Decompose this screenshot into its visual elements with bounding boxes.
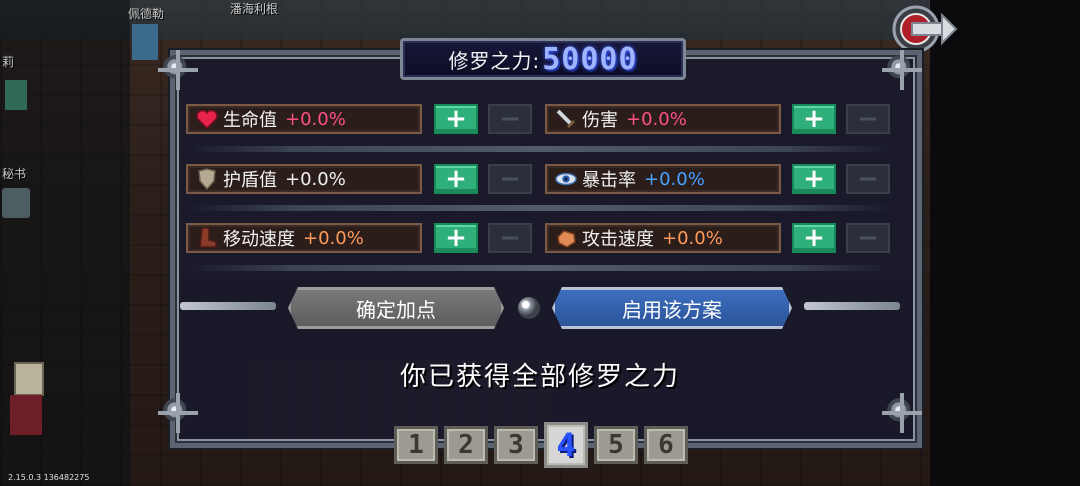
stat-crit: 暴击率 +0.0% (545, 164, 781, 194)
panel-corner-ornament (162, 50, 194, 90)
row-divider (190, 146, 890, 152)
heart-icon (196, 108, 218, 130)
panel-corner-ornament (886, 50, 918, 90)
confirm-points-button[interactable]: 确定加点 (288, 287, 504, 329)
preset-tab-5[interactable]: 5 (594, 426, 638, 464)
damage-plus-button[interactable]: + (792, 104, 836, 134)
stat-value: +0.0% (644, 168, 705, 190)
stat-value: +0.0% (626, 108, 687, 130)
sword-icon (555, 108, 577, 130)
move-speed-plus-button[interactable]: + (434, 223, 478, 253)
stat-attack-speed: 攻击速度 +0.0% (545, 223, 781, 253)
stat-name: 移动速度 (223, 229, 295, 250)
stat-value: +0.0% (285, 108, 346, 130)
preset-tab-6[interactable]: 6 (644, 426, 688, 464)
move-speed-minus-button[interactable]: − (488, 223, 532, 253)
stat-name: 暴击率 (582, 170, 636, 191)
stat-hp: 生命值 +0.0% (186, 104, 422, 134)
apply-preset-button[interactable]: 启用该方案 (552, 287, 792, 329)
decorative-bar-right (804, 302, 900, 310)
scene-shade-right (930, 0, 1080, 486)
npc-name-label: 佩德勒 (128, 7, 165, 21)
crit-minus-button[interactable]: − (846, 164, 890, 194)
stat-value: +0.0% (285, 168, 346, 190)
hp-minus-button[interactable]: − (488, 104, 532, 134)
npc-name-label: 潘海利根 (230, 2, 279, 16)
attack-speed-plus-button[interactable]: + (792, 223, 836, 253)
stat-name: 伤害 (582, 110, 618, 131)
shield-icon (196, 168, 218, 190)
row-divider (190, 205, 890, 211)
orb-ornament (518, 297, 540, 319)
npc-sprite (2, 188, 30, 218)
npc-sprite (132, 24, 158, 60)
hp-plus-button[interactable]: + (434, 104, 478, 134)
back-button[interactable] (892, 3, 958, 55)
back-arrow-icon (892, 5, 958, 53)
stat-shield: 护盾值 +0.0% (186, 164, 422, 194)
preset-tabs: 1 2 3 4 5 6 (394, 422, 688, 470)
preset-tab-4[interactable]: 4 (544, 422, 588, 468)
npc-name-label: 秘书 (2, 167, 27, 181)
shura-power-header: 修罗之力: 50000 (400, 38, 686, 80)
stat-name: 攻击速度 (582, 229, 654, 250)
shura-power-title: 修罗之力: (448, 48, 541, 73)
attack-speed-minus-button[interactable]: − (846, 223, 890, 253)
panel-corner-ornament (162, 393, 194, 433)
row-divider (190, 265, 890, 271)
stat-value: +0.0% (303, 227, 364, 249)
fist-icon (555, 227, 577, 249)
preset-tab-1[interactable]: 1 (394, 426, 438, 464)
stat-name: 护盾值 (223, 170, 277, 191)
decorative-bar-left (180, 302, 276, 310)
preset-tab-3[interactable]: 3 (494, 426, 538, 464)
lamp (14, 362, 44, 396)
stat-value: +0.0% (662, 227, 723, 249)
shield-plus-button[interactable]: + (434, 164, 478, 194)
shura-power-points: 50000 (542, 41, 638, 77)
stat-damage: 伤害 +0.0% (545, 104, 781, 134)
shield-minus-button[interactable]: − (488, 164, 532, 194)
version-label: 2.15.0.3 136482275 (8, 473, 90, 482)
npc-name-label: 莉 (2, 55, 15, 69)
stat-name: 生命值 (223, 110, 277, 131)
status-message: 你已获得全部修罗之力 (399, 362, 680, 392)
eye-icon (555, 168, 577, 190)
panel-corner-ornament (886, 393, 918, 433)
chair (10, 395, 42, 435)
preset-tab-2[interactable]: 2 (444, 426, 488, 464)
crit-plus-button[interactable]: + (792, 164, 836, 194)
damage-minus-button[interactable]: − (846, 104, 890, 134)
boot-icon (196, 227, 218, 249)
npc-sprite (5, 80, 27, 110)
stat-move-speed: 移动速度 +0.0% (186, 223, 422, 253)
